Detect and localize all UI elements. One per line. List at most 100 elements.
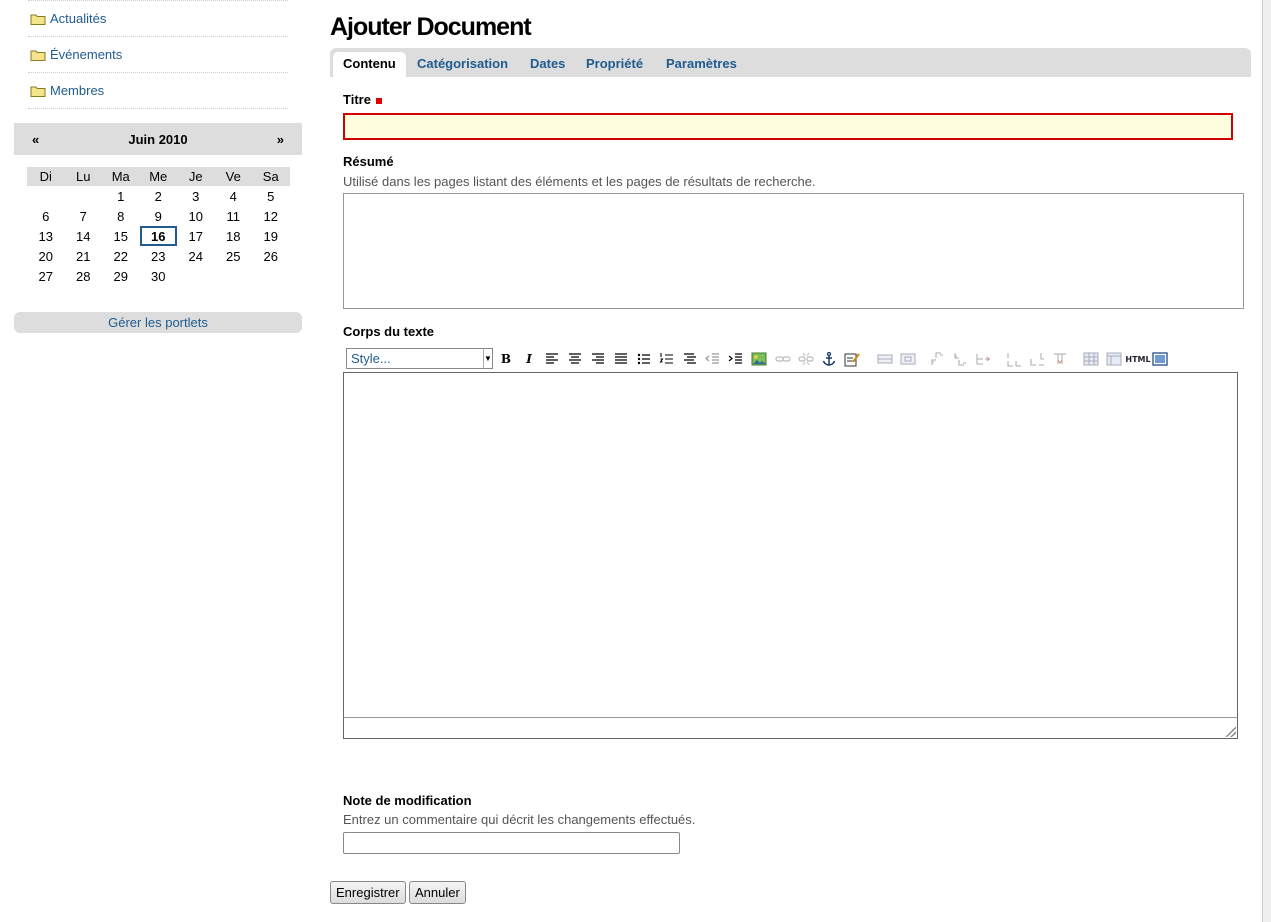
- tab-propriete[interactable]: Propriété: [586, 48, 643, 77]
- calendar-week: 6 7 8 9 10 11 12: [27, 206, 290, 226]
- unlink-icon[interactable]: [798, 351, 814, 367]
- calendar-day[interactable]: 28: [65, 266, 103, 286]
- calendar-weekdays: Di Lu Ma Me Je Ve Sa: [27, 167, 290, 186]
- anchor-icon[interactable]: [821, 351, 837, 367]
- calendar-week: 20 21 22 23 24 25 26: [27, 246, 290, 266]
- calendar-day[interactable]: 26: [252, 246, 290, 266]
- save-button[interactable]: Enregistrer: [330, 881, 406, 904]
- calendar-day[interactable]: 12: [252, 206, 290, 226]
- calendar-empty-cell: [215, 266, 253, 286]
- cancel-button[interactable]: Annuler: [409, 881, 466, 904]
- calendar-day[interactable]: 13: [27, 226, 65, 246]
- link-icon[interactable]: [775, 351, 791, 367]
- calendar-portlet: « Juin 2010 » Di Lu Ma Me Je Ve Sa 1 2 3 4 5 6 7 8 9 10…: [14, 123, 302, 286]
- manage-portlets-link[interactable]: Gérer les portlets: [14, 312, 302, 333]
- italic-icon[interactable]: I: [521, 351, 537, 367]
- align-justify-icon[interactable]: [613, 351, 629, 367]
- calendar-day[interactable]: 14: [65, 226, 103, 246]
- indent-icon[interactable]: [728, 351, 744, 367]
- calendar-week: 27 28 29 30: [27, 266, 290, 286]
- chevron-down-icon[interactable]: ▼: [483, 349, 492, 368]
- calendar-day[interactable]: 11: [215, 206, 253, 226]
- calendar-day[interactable]: 23: [140, 246, 178, 266]
- delete-row-icon[interactable]: [1052, 351, 1068, 367]
- add-column-before-icon[interactable]: [929, 351, 945, 367]
- outdent-icon[interactable]: [705, 351, 721, 367]
- calendar-day[interactable]: 17: [177, 226, 215, 246]
- tab-contenu[interactable]: Contenu: [333, 52, 406, 77]
- add-row-before-icon[interactable]: [1006, 351, 1022, 367]
- titre-label: Titre: [343, 92, 382, 107]
- rich-text-editor[interactable]: [343, 372, 1238, 718]
- calendar-day[interactable]: 30: [140, 266, 178, 286]
- delete-column-icon[interactable]: [975, 351, 991, 367]
- folder-icon: [30, 14, 46, 25]
- calendar-day[interactable]: 4: [215, 186, 253, 206]
- align-center-icon[interactable]: [567, 351, 583, 367]
- insert-image-icon[interactable]: [751, 351, 767, 367]
- calendar-empty-cell: [252, 266, 290, 286]
- bold-icon[interactable]: B: [498, 351, 514, 367]
- calendar-day[interactable]: 1: [102, 186, 140, 206]
- tab-dates[interactable]: Dates: [530, 48, 565, 77]
- calendar-day[interactable]: 8: [102, 206, 140, 226]
- insert-table-row-icon[interactable]: [877, 351, 893, 367]
- calendar-weekday: Sa: [252, 167, 290, 186]
- align-right-icon[interactable]: [590, 351, 606, 367]
- calendar-day[interactable]: 2: [140, 186, 178, 206]
- resume-textarea[interactable]: [343, 193, 1244, 309]
- html-source-button[interactable]: HTML: [1125, 351, 1150, 367]
- calendar-day[interactable]: 18: [215, 226, 253, 246]
- calendar-day[interactable]: 21: [65, 246, 103, 266]
- tab-categorisation[interactable]: Catégorisation: [417, 48, 508, 77]
- bullet-list-icon[interactable]: [636, 351, 652, 367]
- calendar-day[interactable]: 24: [177, 246, 215, 266]
- calendar-day[interactable]: 19: [252, 226, 290, 246]
- calendar-day-today[interactable]: 16: [139, 226, 177, 246]
- nav-link-actualites[interactable]: Actualités: [50, 11, 106, 26]
- calendar-day[interactable]: 22: [102, 246, 140, 266]
- nav-link-evenements[interactable]: Événements: [50, 47, 122, 62]
- calendar-day[interactable]: 6: [27, 206, 65, 226]
- calendar-day[interactable]: 3: [177, 186, 215, 206]
- note-input[interactable]: [343, 832, 680, 854]
- calendar-next-button[interactable]: »: [277, 132, 284, 147]
- nav-link-membres[interactable]: Membres: [50, 83, 104, 98]
- calendar-grid: Di Lu Ma Me Je Ve Sa 1 2 3 4 5 6 7 8 9 10 11 12 13 14 15 16 17…: [27, 167, 290, 286]
- nav-item-evenements[interactable]: Événements: [28, 37, 288, 73]
- titre-input[interactable]: [343, 113, 1233, 140]
- calendar-day[interactable]: 10: [177, 206, 215, 226]
- calendar-day[interactable]: 5: [252, 186, 290, 206]
- required-marker-icon: [375, 97, 382, 104]
- numbered-list-icon[interactable]: [659, 351, 675, 367]
- fullscreen-icon[interactable]: [1152, 351, 1168, 367]
- edit-form-icon[interactable]: [844, 351, 860, 367]
- resize-grip-icon[interactable]: [1226, 727, 1236, 737]
- style-select[interactable]: Style... ▼: [346, 348, 493, 369]
- add-row-after-icon[interactable]: [1029, 351, 1045, 367]
- calendar-day[interactable]: 27: [27, 266, 65, 286]
- align-left-icon[interactable]: [544, 351, 560, 367]
- add-column-after-icon[interactable]: [952, 351, 968, 367]
- nav-list: Actualités Événements Membres: [28, 0, 288, 109]
- page-title: Ajouter Document: [330, 13, 532, 41]
- page-scrollbar[interactable]: [1262, 0, 1271, 922]
- nav-item-membres[interactable]: Membres: [28, 73, 288, 109]
- table-properties-icon[interactable]: [1106, 351, 1122, 367]
- calendar-day[interactable]: 29: [102, 266, 140, 286]
- resume-label: Résumé: [343, 154, 394, 169]
- nav-item-actualites[interactable]: Actualités: [28, 1, 288, 37]
- calendar-day[interactable]: 25: [215, 246, 253, 266]
- calendar-day[interactable]: 9: [140, 206, 178, 226]
- calendar-prev-button[interactable]: «: [32, 132, 39, 147]
- table-grid-icon[interactable]: [1083, 351, 1099, 367]
- editor-toolbar: Style... ▼ B I HTML: [346, 347, 1206, 369]
- calendar-day[interactable]: 7: [65, 206, 103, 226]
- body-label: Corps du texte: [343, 324, 435, 339]
- calendar-day[interactable]: 20: [27, 246, 65, 266]
- tab-parametres[interactable]: Paramètres: [666, 48, 737, 77]
- style-select-value: Style...: [351, 351, 391, 366]
- table-cell-icon[interactable]: [900, 351, 916, 367]
- calendar-day[interactable]: 15: [102, 226, 140, 246]
- definition-list-icon[interactable]: [682, 351, 698, 367]
